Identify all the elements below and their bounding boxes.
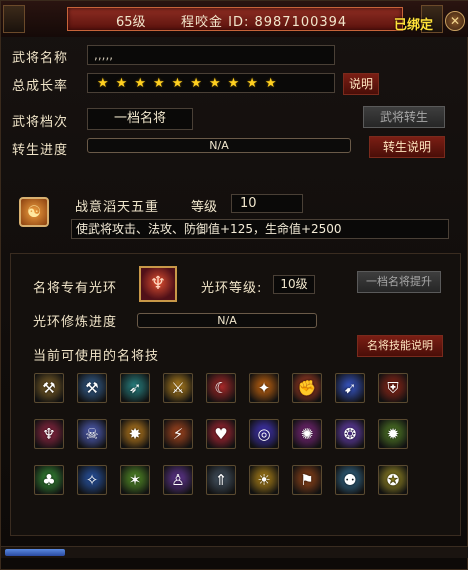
dark-aura-icon[interactable]: ✺: [292, 419, 322, 449]
growth-star-icon: ★: [208, 75, 221, 91]
growth-help-button[interactable]: 说明: [343, 73, 379, 95]
tier-value: 一档名将: [87, 108, 193, 130]
green-flame-icon[interactable]: ✶: [120, 465, 150, 495]
purple-figure-icon[interactable]: ♙: [163, 465, 193, 495]
skill-description: 使武将攻击、法攻、防御值+125，生命值+2500: [71, 219, 449, 239]
horizontal-scrollbar[interactable]: [1, 546, 468, 558]
fire-fist-icon[interactable]: ✊: [292, 373, 322, 403]
axe-icon[interactable]: ⚒: [34, 373, 64, 403]
general-name-label: 武将名称: [12, 51, 69, 66]
rebirth-progress-label: 转生进度: [12, 143, 69, 158]
bind-status: 已绑定: [394, 18, 434, 33]
usable-skills-label: 当前可使用的名将技: [33, 349, 160, 364]
growth-star-icon: ★: [97, 75, 109, 91]
growth-star-icon: ★: [171, 75, 184, 91]
sword-slash-icon[interactable]: ⚔: [163, 373, 193, 403]
growth-star-icon: ★: [246, 75, 258, 91]
close-icon[interactable]: ✕: [445, 11, 465, 31]
aura-cultivation-label: 光环修炼进度: [33, 315, 118, 330]
flame-slash-icon[interactable]: ✦: [249, 373, 279, 403]
crowd-icon[interactable]: ⚉: [335, 465, 365, 495]
golden-aura-icon[interactable]: ☀: [249, 465, 279, 495]
glow-figure-icon[interactable]: ✪: [378, 465, 408, 495]
demon-wings-icon[interactable]: ♆: [34, 419, 64, 449]
blue-aura-icon[interactable]: ✧: [77, 465, 107, 495]
crescent-blade-icon[interactable]: ☾: [206, 373, 236, 403]
skill-name: 战意滔天五重: [75, 200, 160, 215]
general-name-field: ,,,,,: [87, 45, 335, 65]
arrow-shot-icon[interactable]: ➶: [120, 373, 150, 403]
hammer-icon[interactable]: ⚒: [77, 373, 107, 403]
growth-star-icon: ★: [115, 75, 128, 91]
vortex-icon[interactable]: ◎: [249, 419, 279, 449]
rally-icon[interactable]: ⚑: [292, 465, 322, 495]
growth-star-icon: ★: [264, 75, 277, 91]
growth-star-icon: ★: [227, 75, 240, 91]
burst-icon[interactable]: ✸: [120, 419, 150, 449]
skill-level-label: 等级: [191, 200, 218, 215]
beast-icon[interactable]: ✹: [378, 419, 408, 449]
wind-arrow-icon[interactable]: ➹: [335, 373, 365, 403]
shield-bash-icon[interactable]: ⛨: [378, 373, 408, 403]
aura-level-value: 10级: [273, 275, 315, 294]
aura-cultivation-bar: N/A: [137, 313, 317, 328]
aura-level-label: 光环等级:: [201, 281, 263, 296]
growth-star-icon: ★: [152, 75, 165, 91]
skill-emblem-icon: ☯: [19, 197, 49, 227]
dragon-icon[interactable]: ⚡: [163, 419, 193, 449]
general-panel: 65级 程咬金 ID: 8987100394 已绑定 ✕ 武将名称 ,,,,, …: [0, 0, 468, 570]
growth-rate-label: 总成长率: [12, 79, 69, 94]
skill-level-value: 10: [231, 194, 303, 213]
swirl-icon[interactable]: ❂: [335, 419, 365, 449]
growth-star-icon: ★: [190, 75, 202, 91]
aura-upgrade-button[interactable]: 一档名将提升: [357, 271, 441, 293]
left-corner-ornament: [3, 5, 25, 33]
scrollbar-thumb[interactable]: [5, 549, 65, 556]
growth-star-icon: ★: [134, 75, 146, 91]
skills-help-button[interactable]: 名将技能说明: [357, 335, 443, 357]
title-bar: 65级 程咬金 ID: 8987100394 已绑定 ✕: [1, 1, 468, 37]
tier-label: 武将档次: [12, 115, 69, 130]
arrow-up-icon[interactable]: ⇑: [206, 465, 236, 495]
heart-icon[interactable]: ♥: [206, 419, 236, 449]
rebirth-help-button[interactable]: 转生说明: [369, 136, 445, 158]
aura-label: 名将专有光环: [33, 281, 118, 296]
growth-stars: ★ ★ ★ ★ ★ ★ ★ ★ ★ ★: [87, 73, 335, 93]
hero-level: 65级: [116, 15, 146, 30]
rebirth-progress-bar: N/A: [87, 138, 351, 153]
nature-icon[interactable]: ♣: [34, 465, 64, 495]
hero-name-id: 程咬金 ID: 8987100394: [181, 15, 348, 30]
rebirth-button[interactable]: 武将转生: [363, 106, 445, 128]
ghost-icon[interactable]: ☠: [77, 419, 107, 449]
aura-figure-icon[interactable]: ♆: [139, 266, 177, 302]
